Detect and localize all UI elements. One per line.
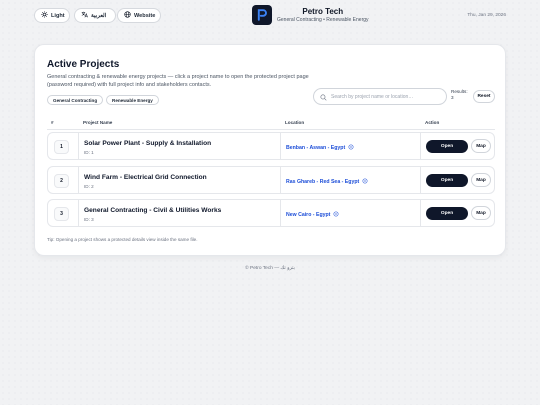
map-button[interactable]: Map [471, 139, 491, 153]
project-id: ID: 1 [84, 150, 94, 155]
row-number: 1 [54, 140, 69, 154]
search-icon [320, 88, 327, 106]
row-number: 2 [54, 174, 69, 188]
project-name-link[interactable]: Solar Power Plant - Supply & Installatio… [84, 140, 211, 147]
theme-label: Light [51, 12, 65, 19]
language-button[interactable]: العربية [74, 8, 116, 23]
location-text: Benban - Aswan - Egypt [286, 145, 346, 151]
table-row: 2 Wind Farm - Electrical Grid Connection… [47, 166, 495, 194]
map-button[interactable]: Map [471, 206, 491, 220]
globe-icon [124, 11, 131, 20]
column-header-location: Location [285, 120, 305, 125]
language-label: العربية [91, 12, 107, 19]
active-projects-card: Active Projects General contracting & re… [34, 44, 506, 256]
reset-button[interactable]: Reset [473, 90, 495, 103]
search-box[interactable] [313, 88, 447, 105]
project-name-link[interactable]: General Contracting - Civil & Utilities … [84, 207, 221, 214]
tag-renewable-energy: Renewable Energy [106, 95, 159, 105]
project-name-link[interactable]: Wind Farm - Electrical Grid Connection [84, 174, 207, 181]
theme-toggle-button[interactable]: Light [34, 8, 70, 23]
location-link[interactable]: New Cairo - Egypt [286, 211, 339, 219]
location-link[interactable]: Ras Ghareb - Red Sea - Egypt [286, 178, 368, 186]
map-pin-icon [362, 178, 368, 186]
results-counter: Results: 3 [451, 89, 468, 101]
row-number: 3 [54, 207, 69, 221]
open-button[interactable]: Open [426, 207, 468, 220]
website-button[interactable]: Website [117, 8, 161, 23]
brand: Petro Tech General Contracting • Renewab… [252, 5, 369, 25]
tag-general-contracting: General Contracting [47, 95, 104, 105]
header-divider [47, 129, 495, 130]
column-header-action: Action [425, 120, 440, 125]
location-text: Ras Ghareb - Red Sea - Egypt [286, 179, 360, 185]
map-pin-icon [348, 144, 354, 152]
translate-icon [81, 11, 88, 20]
current-date: Thu, Jan 29, 2026 [467, 13, 506, 18]
map-pin-icon [333, 211, 339, 219]
tip-text: Tip: Opening a project shows a protected… [47, 237, 198, 242]
column-header-number: # [51, 120, 54, 125]
table-row: 1 Solar Power Plant - Supply & Installat… [47, 132, 495, 160]
topbar: Light العربية Website Petro Tech General… [0, 0, 540, 32]
map-button[interactable]: Map [471, 173, 491, 187]
open-button[interactable]: Open [426, 140, 468, 153]
column-header-project-name: Project Name [83, 120, 113, 125]
card-description: General contracting & renewable energy p… [47, 74, 309, 88]
open-button[interactable]: Open [426, 174, 468, 187]
sun-icon [41, 11, 48, 20]
footer: © Petro Tech — بترو تك [245, 266, 295, 271]
project-id: ID: 2 [84, 184, 94, 189]
website-label: Website [134, 12, 156, 19]
brand-title: Petro Tech [302, 7, 344, 16]
results-count: 3 [451, 95, 454, 100]
project-id: ID: 3 [84, 217, 94, 222]
petro-tech-logo [252, 5, 272, 25]
brand-subtitle: General Contracting • Renewable Energy [277, 17, 369, 23]
card-title: Active Projects [47, 59, 120, 70]
location-text: New Cairo - Egypt [286, 212, 331, 218]
table-row: 3 General Contracting - Civil & Utilitie… [47, 199, 495, 227]
search-input[interactable] [331, 93, 440, 100]
location-link[interactable]: Benban - Aswan - Egypt [286, 144, 354, 152]
